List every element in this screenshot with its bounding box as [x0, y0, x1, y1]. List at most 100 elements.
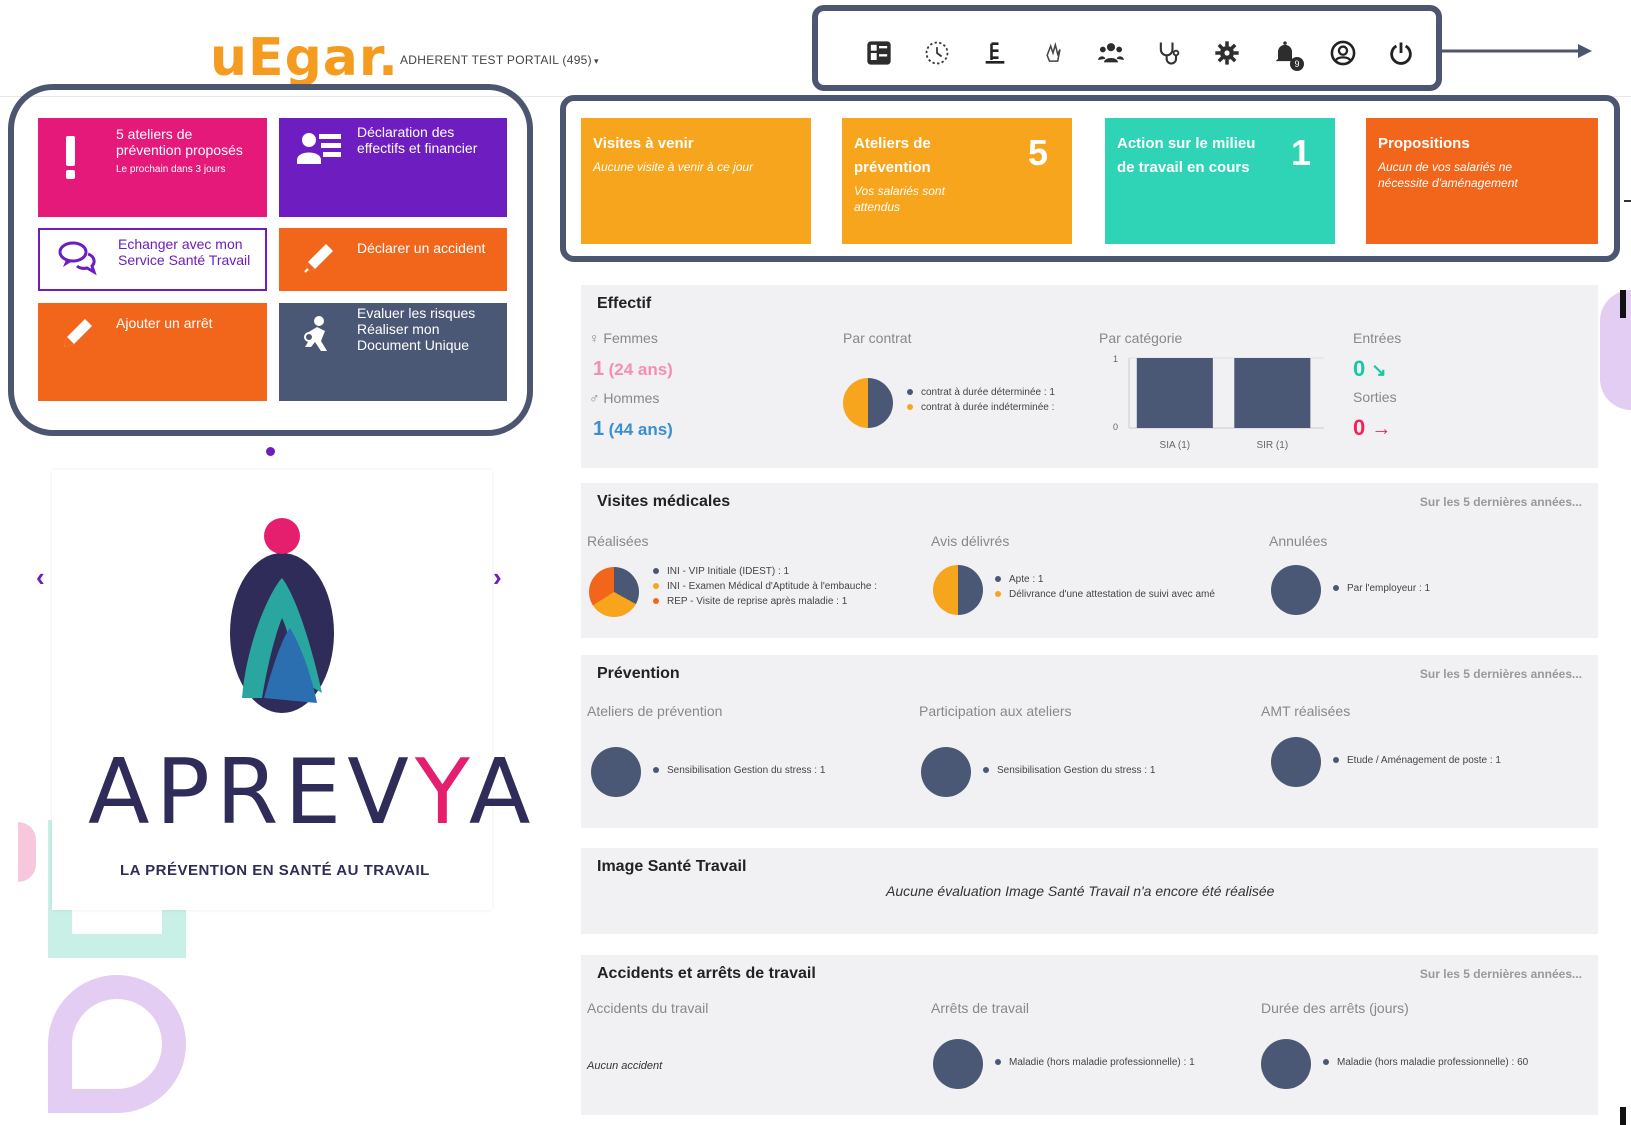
sorties-value: 0 [1353, 415, 1366, 440]
kpi-subtitle: Aucune visite à venir à ce jour [593, 160, 754, 174]
annulees-label: Annulées [1269, 533, 1328, 549]
decorative-shape [18, 822, 36, 882]
kpi-subtitle: Vos salariés sont attendus [854, 184, 945, 214]
y-tick: 0 [1113, 422, 1118, 432]
kpi-title: Ateliers de prévention [854, 135, 931, 176]
legend-item: Délivrance d'une attestation de suivi av… [1009, 589, 1215, 600]
tile-subtitle: Le prochain dans 3 jours [116, 164, 226, 176]
duree-pie [1261, 1039, 1311, 1089]
period-note[interactable]: Sur les 5 dernières années... [1420, 495, 1582, 509]
arrow-down-right-icon: ↘ [1371, 360, 1387, 380]
decorative-shape [48, 975, 186, 1113]
section-accidents: Accidents et arrêts de travail Sur les 5… [581, 955, 1598, 1115]
kpi-ateliers-prevention[interactable]: Ateliers de prévention 5 Vos salariés so… [842, 118, 1072, 244]
legend-item: Sensibilisation Gestion du stress : 1 [667, 765, 826, 776]
tile-title: Evaluer les risques Réaliser mon Documen… [357, 305, 476, 354]
annulees-legend: Par l'employeur : 1 [1333, 581, 1430, 596]
bar-0 [1136, 358, 1213, 428]
tile-echanger-service[interactable]: Echanger avec mon Service Santé Travail [38, 228, 267, 291]
uegar-logo[interactable]: uEgar. [210, 28, 399, 88]
duree-label: Durée des arrêts (jours) [1261, 1000, 1409, 1016]
realisees-legend: INI - VIP Initiale (IDEST) : 1 INI - Exa… [653, 564, 877, 609]
decorative-shape [1624, 200, 1631, 202]
legend-item: Apte : 1 [1009, 574, 1044, 585]
brand-tagline: LA PRÉVENTION EN SANTÉ AU TRAVAIL [120, 862, 430, 879]
document-icon[interactable] [966, 35, 1024, 71]
sorties-label: Sorties [1353, 389, 1397, 405]
femmes-count: 1 [593, 358, 605, 380]
carousel-indicator[interactable] [266, 447, 275, 456]
period-note[interactable]: Sur les 5 dernières années... [1420, 967, 1582, 981]
carousel-prev-button[interactable]: ‹ [36, 562, 45, 593]
bell-icon[interactable]: 9 [1256, 35, 1314, 71]
organization-label: ADHERENT TEST PORTAIL (495) [400, 53, 592, 67]
avis-legend: Apte : 1 Délivrance d'une attestation de… [995, 572, 1215, 602]
amt-pie [1271, 737, 1321, 787]
legend-item: Etude / Aménagement de poste : 1 [1347, 755, 1501, 766]
users-icon[interactable] [1082, 35, 1140, 71]
organization-selector[interactable]: ADHERENT TEST PORTAIL (495) ▾ [400, 53, 599, 67]
ateliers-legend: Sensibilisation Gestion du stress : 1 [653, 763, 825, 778]
arrow-right-icon: → [1371, 418, 1392, 440]
kpi-visites-a-venir[interactable]: Visites à venir Aucune visite à venir à … [581, 118, 811, 244]
empty-message: Aucune évaluation Image Santé Travail n'… [886, 883, 1275, 899]
participation-pie [921, 747, 971, 797]
sorties-value-wrap: 0 → [1353, 415, 1391, 441]
participation-label: Participation aux ateliers [919, 703, 1072, 719]
arrets-label: Arrêts de travail [931, 1000, 1030, 1016]
brand-text: APREV [88, 740, 415, 845]
worker-icon [304, 316, 327, 351]
entrees-label: Entrées [1353, 330, 1402, 346]
avis-pie [933, 565, 983, 615]
chevron-down-icon: ▾ [593, 56, 599, 66]
tile-declaration-effectifs[interactable]: Déclaration des effectifs et financier [279, 118, 507, 217]
chat-icon [58, 241, 97, 276]
annulees-pie [1271, 565, 1321, 615]
toolbar: 9 [850, 35, 1430, 71]
x-tick-label: SIR (1) [1256, 440, 1288, 451]
gear-icon[interactable] [1198, 35, 1256, 71]
logo-part: gar. [284, 28, 399, 88]
power-icon[interactable] [1372, 35, 1430, 71]
period-note[interactable]: Sur les 5 dernières années... [1420, 667, 1582, 681]
kpi-number: 5 [1027, 132, 1048, 173]
contrat-pie [843, 378, 893, 428]
femmes-label: ♀ Femmes [589, 330, 658, 346]
categorie-label: Par catégorie [1099, 330, 1183, 346]
tile-evaluer-risques[interactable]: Evaluer les risques Réaliser mon Documen… [279, 303, 507, 401]
legend-item: REP - Visite de reprise après maladie : … [667, 596, 848, 607]
realisees-pie [589, 567, 639, 617]
dashboard-icon[interactable] [850, 35, 908, 71]
tile-title: Echanger avec mon Service Santé Travail [118, 236, 251, 269]
tile-declarer-accident[interactable]: Déclarer un accident [279, 228, 507, 291]
kpi-propositions[interactable]: Propositions Aucun de vos salariés ne né… [1366, 118, 1598, 244]
y-tick: 1 [1113, 354, 1118, 364]
hommes-label: ♂ Hommes [589, 390, 660, 406]
user-icon[interactable] [1314, 35, 1372, 71]
tile-title: Déclaration des effectifs et financier [357, 124, 478, 157]
arrow-right-icon [1442, 44, 1592, 58]
history-icon[interactable] [908, 35, 966, 71]
tile-ajouter-arret[interactable]: Ajouter un arrêt [38, 303, 267, 401]
decorative-shape [1620, 1107, 1626, 1125]
user-list-icon [297, 133, 341, 164]
legend-item: INI - Examen Médical d'Aptitude à l'emba… [667, 581, 878, 592]
aprevya-logo-icon [230, 518, 334, 713]
section-title: Effectif [597, 295, 652, 312]
kpi-title: Action sur le milieu de travail en cours [1117, 135, 1256, 176]
tile-ateliers-prevention[interactable]: 5 ateliers de prévention proposés Le proc… [38, 118, 267, 217]
section-title: Image Santé Travail [597, 858, 747, 875]
carousel-next-button[interactable]: › [493, 562, 502, 593]
notification-badge: 9 [1290, 57, 1304, 71]
kpi-action-milieu[interactable]: Action sur le milieu de travail en cours… [1105, 118, 1335, 244]
legend-item: contrat à durée indéterminée : [921, 402, 1055, 413]
pencil-icon [304, 244, 333, 273]
kpi-subtitle: Aucun de vos salariés ne nécessite d'amé… [1378, 160, 1518, 190]
stethoscope-icon[interactable] [1140, 35, 1198, 71]
amt-label: AMT réalisées [1261, 703, 1351, 719]
femmes-age: (24 ans) [608, 360, 673, 379]
hand-icon[interactable] [1024, 35, 1082, 71]
section-title: Accidents et arrêts de travail [597, 965, 816, 982]
legend-item: Par l'employeur : 1 [1347, 583, 1431, 594]
pencil-icon [64, 319, 92, 347]
